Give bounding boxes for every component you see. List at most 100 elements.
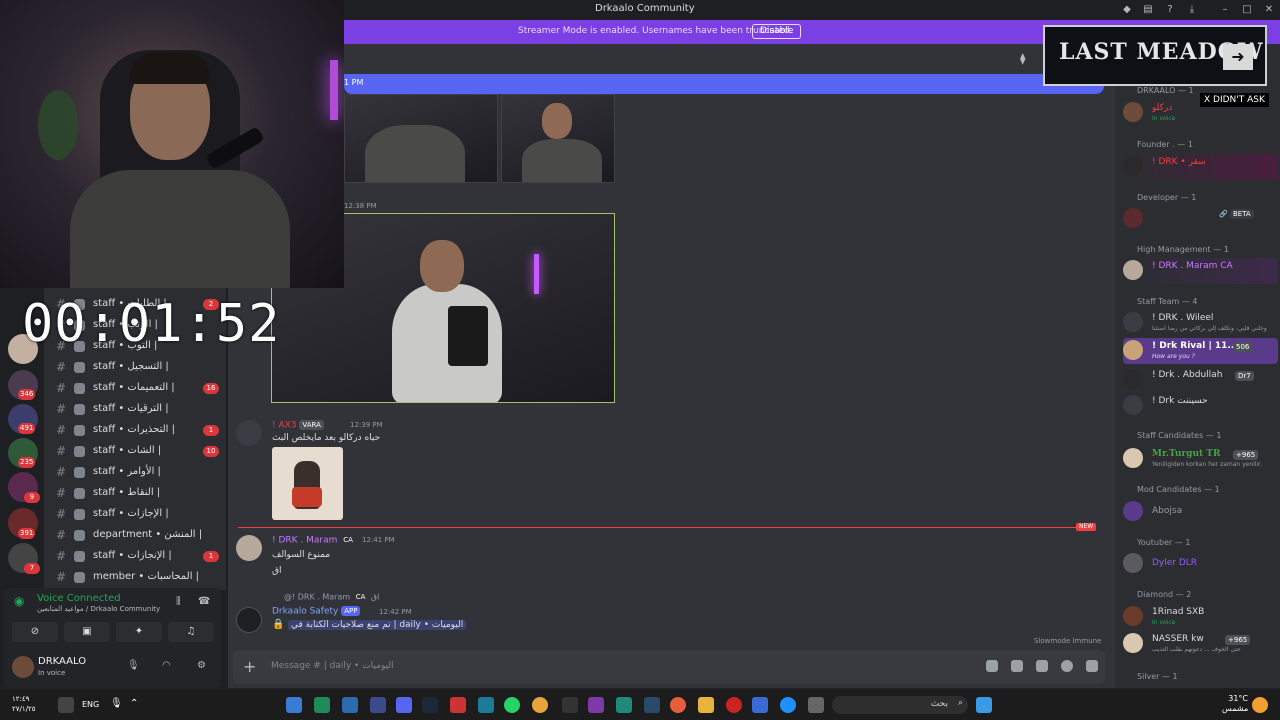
download-icon[interactable]: ⤓ <box>1185 3 1199 17</box>
server-badge: 491 <box>18 423 36 434</box>
chrome-icon[interactable] <box>532 697 548 713</box>
shield-icon[interactable] <box>370 697 386 713</box>
channel-item[interactable]: # staff • التحذيرات | 1 <box>44 420 226 441</box>
channel-item[interactable]: # staff • الترقيات | <box>44 399 226 420</box>
member-item[interactable]: 1Rinad SXB In voice <box>1123 604 1278 630</box>
inbox-icon[interactable]: ▤ <box>1141 3 1155 17</box>
voice-location[interactable]: مواعيد المتابعين / Drkaalo Community <box>37 605 160 613</box>
soundboard-icon[interactable]: ♫ <box>168 622 214 642</box>
app-icon[interactable] <box>450 697 466 713</box>
edge-icon[interactable] <box>780 697 796 713</box>
hash-icon: # <box>56 486 67 500</box>
channel-item[interactable]: # staff • الإجازات | <box>44 504 226 525</box>
avatar[interactable] <box>236 420 262 446</box>
microphone-icon[interactable]: 🎙 <box>110 698 123 709</box>
member-group-title: High Management — 1 <box>1137 245 1229 254</box>
camera-off-icon[interactable]: ⊘ <box>12 622 58 642</box>
member-item[interactable]: ! Drk . Abdullah Dr7 <box>1123 367 1278 393</box>
noise-suppression-icon[interactable]: ⫼ <box>176 596 181 607</box>
language-indicator[interactable]: ENG <box>82 700 99 709</box>
member-item[interactable]: ! Drk Rival | 11... 506 How are you ? <box>1123 338 1278 364</box>
app-icon[interactable] <box>286 697 302 713</box>
message-image[interactable] <box>501 94 615 183</box>
microphone-icon[interactable]: 🎙 <box>127 660 140 671</box>
sticker-icon[interactable] <box>1036 660 1048 672</box>
avatar[interactable] <box>236 535 262 561</box>
activities-icon[interactable]: ✦ <box>116 622 162 642</box>
message-image[interactable] <box>272 447 343 520</box>
minimize-icon[interactable]: – <box>1218 3 1232 17</box>
member-item[interactable]: ! DRK . Maram CA <box>1123 258 1278 284</box>
avatar[interactable] <box>12 656 34 678</box>
message-input[interactable]: Message # | daily • اليوميات <box>271 661 394 671</box>
taskbar-search[interactable]: بحث ⌕ <box>832 696 968 714</box>
gift-icon[interactable] <box>986 660 998 672</box>
bot-avatar[interactable] <box>236 607 262 633</box>
channel-item[interactable]: # staff • الشات | 10 <box>44 441 226 462</box>
app-icon[interactable] <box>588 697 604 713</box>
help-icon[interactable]: ? <box>1163 3 1177 17</box>
whatsapp-icon[interactable] <box>504 697 520 713</box>
message-author[interactable]: ! DRK . Maram CA <box>272 535 356 546</box>
store-icon[interactable] <box>752 697 768 713</box>
channel-item[interactable]: # staff • التسجيل | <box>44 357 226 378</box>
sun-icon <box>1252 697 1268 713</box>
chevron-up-icon[interactable]: ⌃ <box>130 698 138 709</box>
app-icon[interactable] <box>808 697 824 713</box>
channel-item[interactable]: # staff • الإنجازات | 1 <box>44 546 226 567</box>
channel-item[interactable]: # staff • التعميمات | 16 <box>44 378 226 399</box>
nitro-icon[interactable]: ◆ <box>1120 3 1134 17</box>
message-author[interactable]: ! AX3 VARA <box>272 420 324 431</box>
message-image[interactable] <box>344 94 498 183</box>
maximize-icon[interactable]: □ <box>1240 3 1254 17</box>
app-icon[interactable] <box>562 697 578 713</box>
image-gimbal <box>448 306 488 366</box>
channel-item[interactable]: # staff • الأوامر | <box>44 462 226 483</box>
close-icon[interactable]: ✕ <box>1262 3 1276 17</box>
apps-icon[interactable] <box>1086 660 1098 672</box>
app-icon[interactable] <box>616 697 632 713</box>
discord-icon[interactable] <box>396 697 412 713</box>
user-panel: DRKAALO In voice 🎙 ◠ ⚙ <box>4 650 221 686</box>
avatar <box>1123 553 1143 573</box>
app-icon[interactable] <box>726 697 742 713</box>
steam-icon[interactable] <box>422 697 438 713</box>
member-item[interactable]: 🔗 BETA <box>1123 206 1278 232</box>
new-messages-bar[interactable]: 1 PM Mark As Read <box>344 74 1104 94</box>
add-attachment-icon[interactable]: + <box>243 657 256 676</box>
disconnect-icon[interactable]: ☎ <box>198 596 210 607</box>
notification-icon[interactable] <box>58 697 74 713</box>
member-item[interactable]: ! DRK . Wileel وخلني قلبي، وتكلف إلي بركا… <box>1123 310 1278 336</box>
app-icon[interactable] <box>478 697 494 713</box>
screen-share-icon[interactable]: ▣ <box>64 622 110 642</box>
app-icon[interactable] <box>342 697 358 713</box>
app-icon[interactable] <box>314 697 330 713</box>
gif-icon[interactable] <box>1011 660 1023 672</box>
weather-widget[interactable]: 31°C مشمس <box>1222 694 1248 714</box>
message-author[interactable]: Drkaalo Safety APP <box>272 606 361 617</box>
app-icon[interactable] <box>670 697 686 713</box>
new-messages-time: 1 PM <box>344 78 364 87</box>
member-item[interactable]: Mr.Turgut TR +965 Yeniligiden korkan her z… <box>1123 446 1278 472</box>
channel-item[interactable]: # staff • النقاط | <box>44 483 226 504</box>
member-item[interactable]: NASSER kw +965 حتى الخوف ... دعوتهم بقلب ا… <box>1123 631 1278 657</box>
member-item[interactable]: ! DRK • سقر <box>1123 154 1278 180</box>
disable-streamer-mode-button[interactable]: Disable <box>752 24 802 39</box>
app-icon[interactable] <box>644 697 660 713</box>
headphones-icon[interactable]: ◠ <box>162 660 171 671</box>
member-name: 1Rinad SXB <box>1152 607 1205 617</box>
channel-item[interactable]: # department • المنشن | <box>44 525 226 546</box>
folder-icon[interactable] <box>698 697 714 713</box>
member-name: ! Drk حسيننت <box>1152 396 1208 406</box>
reply-reference[interactable]: @! DRK . Maram CA اق <box>284 592 379 602</box>
member-item[interactable]: ! Drk حسيننت <box>1123 393 1278 419</box>
threads-icon[interactable]: ⧫ <box>1020 52 1025 65</box>
member-item[interactable]: Abojsa <box>1123 499 1278 525</box>
settings-gear-icon[interactable]: ⚙ <box>197 660 206 671</box>
emoji-icon[interactable] <box>1061 660 1073 672</box>
windows-start-icon[interactable] <box>976 697 992 713</box>
signal-icon[interactable]: ◉ <box>14 594 24 608</box>
channel-item[interactable]: # member • المحاسبات | <box>44 567 226 588</box>
member-item[interactable]: Dyler DLR <box>1123 551 1278 577</box>
message-composer[interactable]: + Message # | daily • اليوميات <box>233 650 1105 684</box>
